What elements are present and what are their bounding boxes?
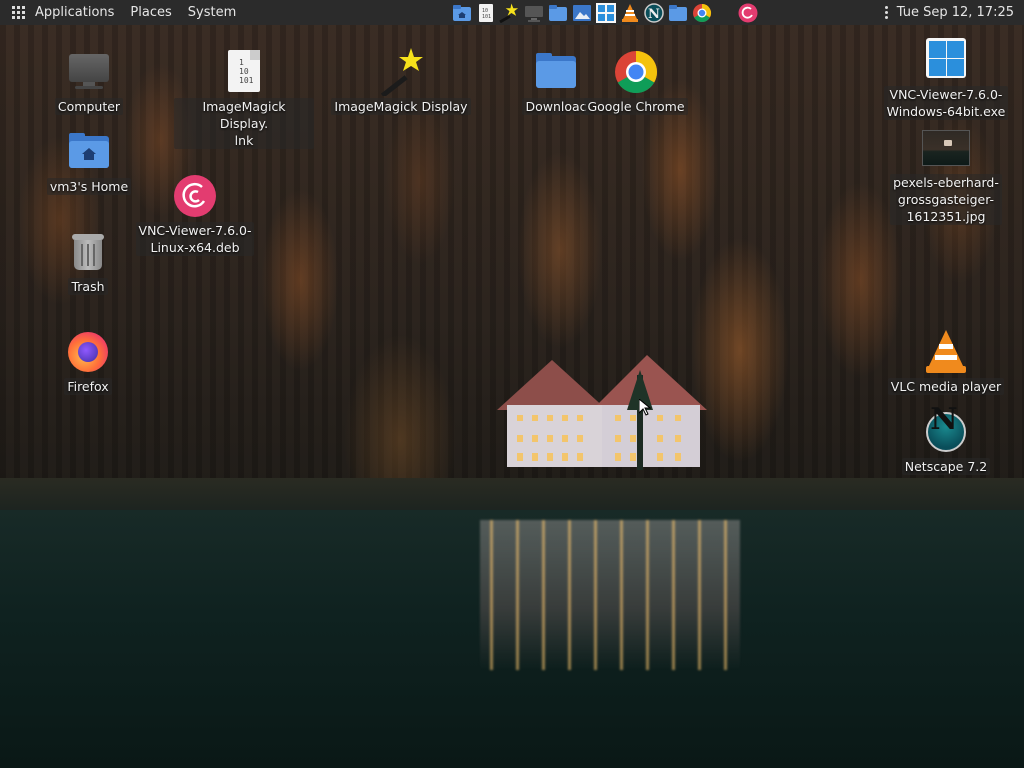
windows-icon xyxy=(922,36,970,84)
image-viewer-launcher-icon[interactable] xyxy=(571,2,592,23)
panel-menu-icon[interactable] xyxy=(884,6,889,19)
document-icon: 1 10 101 xyxy=(220,48,268,96)
desktop-icon-label: VLC media player xyxy=(887,378,1005,395)
desktop-icon-label: Netscape 7.2 xyxy=(901,458,991,475)
desktop-icon-label: Trash xyxy=(68,278,108,295)
home-folder-launcher-icon[interactable] xyxy=(451,2,472,23)
magic-wand-icon xyxy=(377,48,425,98)
desktop-icon-computer[interactable]: Computer xyxy=(48,48,130,115)
panel-launchers: 10 101 N xyxy=(451,2,758,23)
netscape-launcher-icon[interactable]: N xyxy=(643,2,664,23)
desktop-icon-vnc-deb[interactable]: VNC-Viewer-7.6.0- Linux-x64.deb xyxy=(132,172,258,256)
desktop-icon-label: Computer xyxy=(54,98,124,115)
desktop-icon-photo[interactable]: pexels-eberhard- grossgasteiger- 1612351… xyxy=(890,124,1002,225)
desktop-icon-label: Firefox xyxy=(64,378,112,395)
desktop-icon-imagemagick-lnk[interactable]: 1 10 101 ImageMagick Display. lnk xyxy=(172,48,316,149)
windows-launcher-icon[interactable] xyxy=(595,2,616,23)
netscape-icon: N xyxy=(922,405,970,456)
app-grid-icon[interactable] xyxy=(12,5,26,20)
desktop-icon-vnc-exe[interactable]: VNC-Viewer-7.6.0- Windows-64bit.exe xyxy=(882,36,1010,120)
monitor-launcher-icon[interactable] xyxy=(523,2,544,23)
menu-applications[interactable]: Applications xyxy=(35,5,114,20)
desktop-icon-download-folder[interactable]: Downloac xyxy=(518,48,594,115)
top-panel: Applications Places System 10 101 N Tue … xyxy=(0,0,1024,25)
desktop-icon-netscape[interactable]: N Netscape 7.2 xyxy=(898,405,994,475)
svg-text:N: N xyxy=(648,7,660,22)
desktop-icon-home[interactable]: vm3's Home xyxy=(46,128,132,195)
svg-text:101: 101 xyxy=(482,14,491,20)
folder-launcher-icon[interactable] xyxy=(547,2,568,23)
desktop-icon-label: ImageMagick Display. lnk xyxy=(174,98,314,149)
desktop-icon-vlc[interactable]: VLC media player xyxy=(886,328,1006,395)
desktop-wallpaper xyxy=(0,0,1024,768)
mouse-pointer-icon xyxy=(639,399,651,416)
desktop-icon-label: Google Chrome xyxy=(584,98,688,115)
desktop-icon-label: VNC-Viewer-7.6.0- Linux-x64.deb xyxy=(135,222,255,256)
image-file-icon xyxy=(922,124,970,172)
desktop-icon-imagemagick[interactable]: ImageMagick Display xyxy=(330,48,472,115)
desktop-icon-label: ImageMagick Display xyxy=(331,98,471,115)
chrome-launcher-icon[interactable] xyxy=(691,2,712,23)
menu-places[interactable]: Places xyxy=(130,5,171,20)
menu-system[interactable]: System xyxy=(188,5,236,20)
debian-launcher-icon[interactable] xyxy=(737,2,758,23)
desktop-icon-label: pexels-eberhard- grossgasteiger- 1612351… xyxy=(890,174,1002,225)
desktop-icon-chrome[interactable]: Google Chrome xyxy=(584,48,688,115)
wallpaper-reflection xyxy=(480,520,740,670)
folder-launcher-2-icon[interactable] xyxy=(667,2,688,23)
desktop-icon-label: VNC-Viewer-7.6.0- Windows-64bit.exe xyxy=(883,86,1009,120)
chrome-icon xyxy=(612,48,660,96)
vlc-cone-icon xyxy=(922,328,970,376)
computer-icon xyxy=(65,48,113,96)
home-folder-icon xyxy=(65,128,113,176)
desktop-icon-trash[interactable]: Trash xyxy=(52,228,124,295)
panel-clock[interactable]: Tue Sep 12, 17:25 xyxy=(897,5,1014,20)
firefox-icon xyxy=(64,328,112,376)
desktop-icon-firefox[interactable]: Firefox xyxy=(52,328,124,395)
wallpaper-shore xyxy=(0,478,1024,510)
magic-wand-launcher-icon[interactable] xyxy=(499,2,520,23)
desktop-icon-label: vm3's Home xyxy=(46,178,132,195)
desktop-icon-label: Downloac xyxy=(522,98,590,115)
wallpaper-house xyxy=(497,355,707,470)
vlc-launcher-icon[interactable] xyxy=(619,2,640,23)
debian-package-icon xyxy=(171,172,219,220)
document-launcher-icon[interactable]: 10 101 xyxy=(475,2,496,23)
folder-icon xyxy=(532,48,580,96)
trash-icon xyxy=(64,228,112,276)
